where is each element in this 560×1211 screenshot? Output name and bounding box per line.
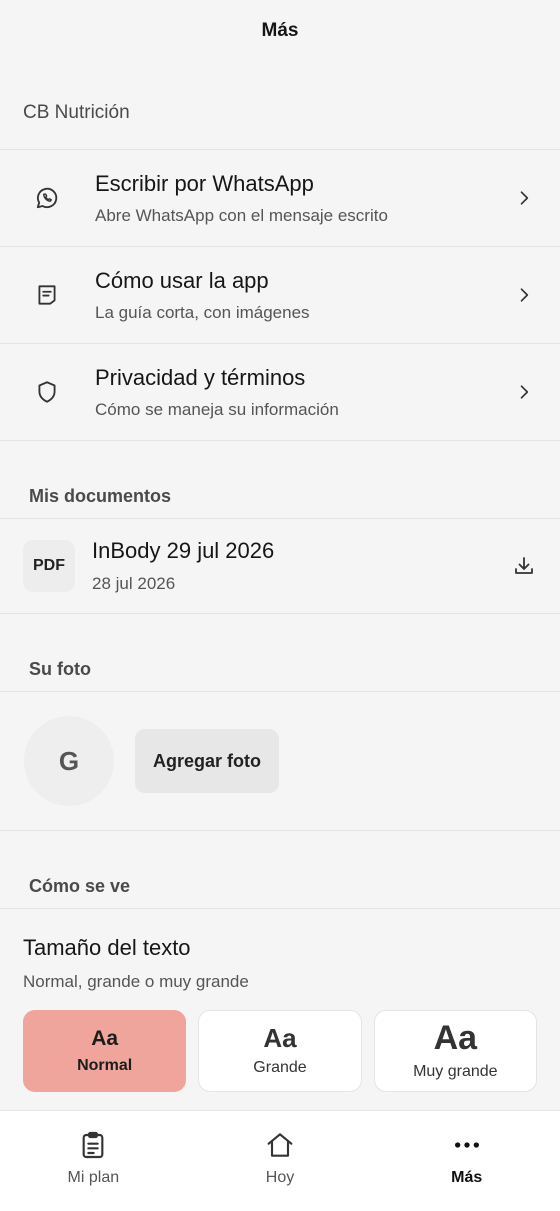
tab-label: Hoy xyxy=(265,1169,295,1186)
chevron-right-icon xyxy=(488,382,560,402)
menu-item-title: Cómo usar la app xyxy=(95,267,269,293)
text-size-title: Tamaño del texto xyxy=(23,935,191,960)
text-size-label: Muy grande xyxy=(413,1063,498,1080)
pdf-badge: PDF xyxy=(23,540,75,592)
document-item[interactable]: PDF InBody 29 jul 2026 28 jul 2026 xyxy=(0,519,560,614)
home-icon xyxy=(267,1133,293,1157)
text-size-setting: Tamaño del texto Normal, grande o muy gr… xyxy=(0,909,560,992)
tab-label: Mi plan xyxy=(67,1169,120,1186)
text-size-sample: Aa xyxy=(433,1019,478,1057)
section-title-documents: Mis documentos xyxy=(0,441,560,519)
avatar: G xyxy=(24,716,114,806)
menu-item-subtitle: Abre WhatsApp con el mensaje escrito xyxy=(95,205,388,225)
chevron-right-icon xyxy=(488,188,560,208)
more-icon xyxy=(454,1142,479,1148)
org-name: CB Nutrición xyxy=(0,62,560,150)
text-size-option-very-large[interactable]: Aa Muy grande xyxy=(373,1010,537,1092)
menu-item-subtitle: Cómo se maneja su información xyxy=(95,399,339,419)
section-title-appearance: Cómo se ve xyxy=(0,831,560,909)
avatar-initial: G xyxy=(58,745,80,776)
download-icon[interactable] xyxy=(488,554,560,578)
chevron-right-icon xyxy=(488,285,560,305)
bottom-tab-bar: Mi plan Hoy Más xyxy=(0,1110,560,1211)
page-title: Más xyxy=(261,20,299,41)
tab-mi-plan[interactable]: Mi plan xyxy=(0,1111,187,1211)
section-title-photo: Su foto xyxy=(0,614,560,692)
tab-label: Más xyxy=(451,1169,483,1186)
text-size-label: Grande xyxy=(253,1059,307,1076)
whatsapp-icon xyxy=(0,185,95,211)
shield-icon xyxy=(0,379,95,405)
text-size-options: Aa Normal Aa Grande Aa Muy grande xyxy=(0,992,560,1092)
menu-item-title: Privacidad y términos xyxy=(95,364,306,390)
text-size-sample: Aa xyxy=(263,1023,297,1053)
text-size-option-large[interactable]: Aa Grande xyxy=(198,1010,362,1092)
menu-item-whatsapp[interactable]: Escribir por WhatsApp Abre WhatsApp con … xyxy=(0,150,560,247)
menu-item-title: Escribir por WhatsApp xyxy=(95,170,314,196)
document-title: InBody 29 jul 2026 xyxy=(92,538,275,563)
text-size-sample: Aa xyxy=(91,1026,119,1050)
menu-item-privacy[interactable]: Privacidad y términos Cómo se maneja su … xyxy=(0,344,560,441)
tab-hoy[interactable]: Hoy xyxy=(187,1111,374,1211)
tab-mas[interactable]: Más xyxy=(373,1111,560,1211)
menu-item-subtitle: La guía corta, con imágenes xyxy=(95,302,310,322)
document-date: 28 jul 2026 xyxy=(92,574,176,593)
text-size-label: Normal xyxy=(77,1056,133,1074)
clipboard-icon xyxy=(82,1131,104,1159)
text-size-subtitle: Normal, grande o muy grande xyxy=(23,972,249,991)
add-photo-button[interactable]: Agregar foto xyxy=(135,729,279,793)
text-size-option-normal[interactable]: Aa Normal xyxy=(23,1010,187,1092)
photo-row: G Agregar foto xyxy=(0,692,560,831)
menu-item-guide[interactable]: Cómo usar la app La guía corta, con imág… xyxy=(0,247,560,344)
page-header: Más xyxy=(0,0,560,62)
guide-icon xyxy=(0,282,95,308)
